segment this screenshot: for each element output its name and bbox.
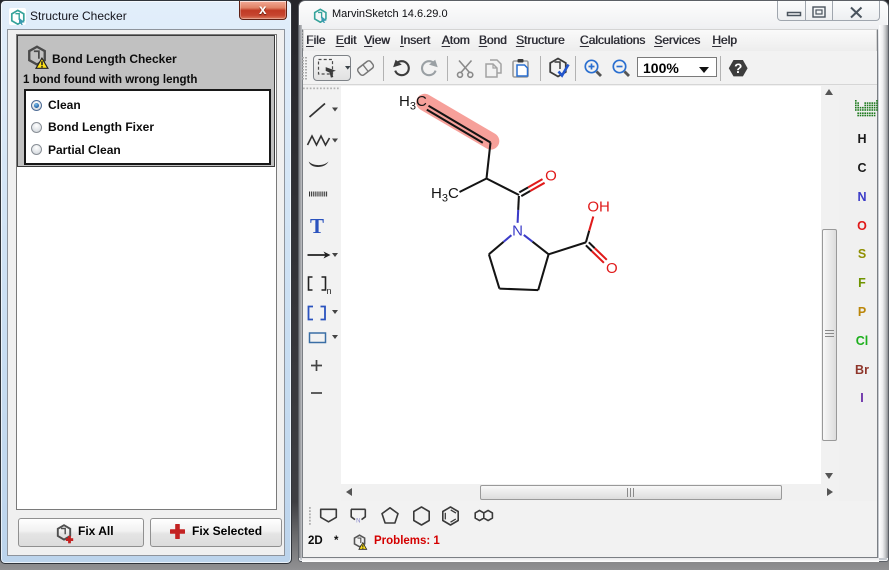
- svg-text:N: N: [512, 223, 523, 240]
- svg-text:N: N: [356, 518, 360, 524]
- svg-text:?: ?: [734, 61, 742, 76]
- svg-text:n: n: [327, 286, 332, 296]
- svg-text:H3C: H3C: [431, 185, 459, 205]
- svg-text:O: O: [545, 168, 557, 185]
- svg-text:T: T: [310, 214, 324, 238]
- svg-text:OH: OH: [587, 198, 610, 215]
- svg-text:H3C: H3C: [399, 93, 427, 113]
- svg-text:O: O: [606, 260, 618, 277]
